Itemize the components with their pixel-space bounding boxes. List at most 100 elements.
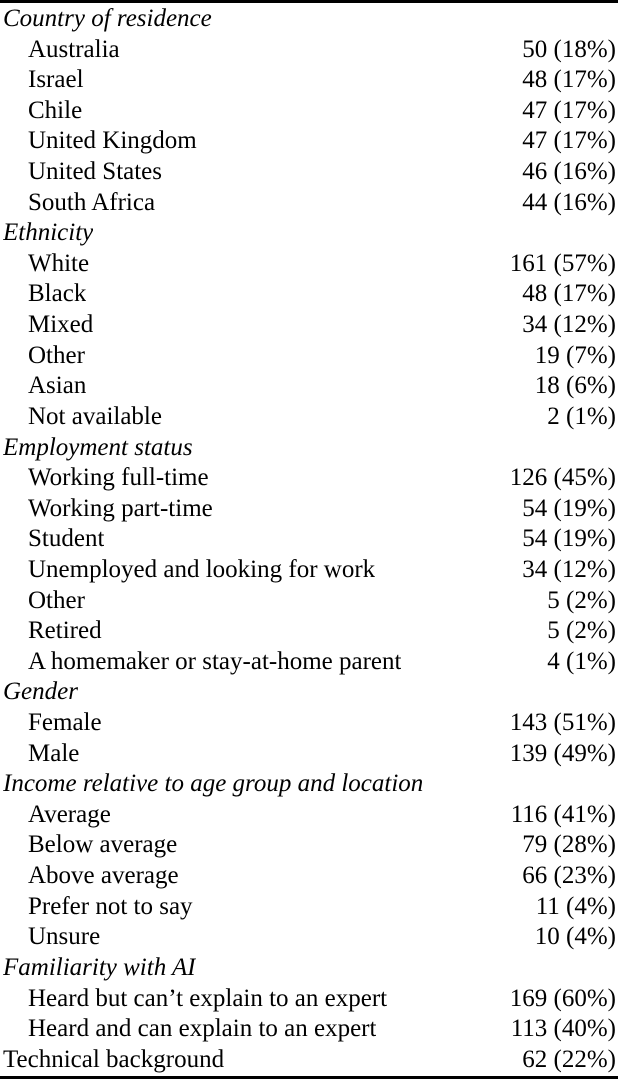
table-bottom-rule <box>0 1076 618 1079</box>
section-label: Familiarity with AI <box>3 953 196 981</box>
row-label: Unsure <box>28 923 101 951</box>
table-row: Australia 50 (18%) <box>0 35 618 66</box>
row-value: 46 (16%) <box>522 158 616 186</box>
row-value: 116 (41%) <box>510 800 616 828</box>
row-label: South Africa <box>28 188 156 216</box>
table-row: Unemployed and looking for work 34 (12%) <box>0 555 618 586</box>
row-value: 113 (40%) <box>510 1015 616 1043</box>
row-value: 5 (2%) <box>547 586 616 614</box>
row-label: Technical background <box>3 1045 225 1073</box>
table-row: Prefer not to say 11 (4%) <box>0 892 618 923</box>
demographics-table: Country of residence Australia 50 (18%) Isr… <box>0 0 618 1084</box>
table-row: United States 46 (16%) <box>0 157 618 188</box>
row-label: A homemaker or stay-at-home parent <box>28 647 402 675</box>
row-value: 169 (60%) <box>509 984 616 1012</box>
table-row: Female 143 (51%) <box>0 708 618 739</box>
row-value: 2 (1%) <box>547 402 616 430</box>
table-section-header: Gender <box>0 677 618 708</box>
row-label: Below average <box>28 831 178 859</box>
row-label: Israel <box>28 66 84 94</box>
row-label: Heard and can explain to an expert <box>28 1015 377 1043</box>
table-section-header: Employment status <box>0 433 618 464</box>
row-value: 126 (45%) <box>509 464 616 492</box>
row-value: 48 (17%) <box>522 280 616 308</box>
table-row: Above average 66 (23%) <box>0 861 618 892</box>
row-value: 54 (19%) <box>522 494 616 522</box>
row-value: 161 (57%) <box>509 249 616 277</box>
table-row: Asian 18 (6%) <box>0 371 618 402</box>
table-row: Unsure 10 (4%) <box>0 922 618 953</box>
section-label: Ethnicity <box>3 219 94 247</box>
row-label: Chile <box>28 96 83 124</box>
table-row: Other 5 (2%) <box>0 586 618 617</box>
row-label: White <box>28 249 90 277</box>
row-value: 18 (6%) <box>534 372 616 400</box>
section-label: Income relative to age group and locatio… <box>3 770 424 798</box>
row-label: Above average <box>28 862 179 890</box>
row-label: Unemployed and looking for work <box>28 555 376 583</box>
row-value: 34 (12%) <box>522 555 616 583</box>
table-section-header: Income relative to age group and locatio… <box>0 769 618 800</box>
table-row: Black 48 (17%) <box>0 279 618 310</box>
row-value: 79 (28%) <box>522 831 616 859</box>
table-top-rule <box>0 0 618 3</box>
row-value: 5 (2%) <box>547 617 616 645</box>
row-label: Other <box>28 341 85 369</box>
table-row: Heard but can’t explain to an expert 169 … <box>0 984 618 1015</box>
row-value: 66 (23%) <box>522 862 616 890</box>
row-label: Working full-time <box>28 464 209 492</box>
row-label: Male <box>28 739 80 767</box>
row-label: Other <box>28 586 85 614</box>
row-value: 47 (17%) <box>522 127 616 155</box>
table-row: Heard and can explain to an expert 113 (4… <box>0 1014 618 1045</box>
row-label: Student <box>28 525 105 553</box>
table-row: Student 54 (19%) <box>0 524 618 555</box>
section-label: Gender <box>3 678 78 706</box>
row-label: United States <box>28 158 163 186</box>
table-section-header: Ethnicity <box>0 218 618 249</box>
row-value: 11 (4%) <box>535 892 616 920</box>
row-value: 19 (7%) <box>534 341 616 369</box>
row-label: Average <box>28 800 111 828</box>
row-label: Heard but can’t explain to an expert <box>28 984 388 1012</box>
row-label: Retired <box>28 617 102 645</box>
row-value: 54 (19%) <box>522 525 616 553</box>
row-value: 62 (22%) <box>522 1045 616 1073</box>
row-value: 4 (1%) <box>547 647 616 675</box>
table-row: Not available 2 (1%) <box>0 402 618 433</box>
row-label: Female <box>28 709 102 737</box>
row-label: United Kingdom <box>28 127 197 155</box>
table-row: Below average 79 (28%) <box>0 830 618 861</box>
table-row: South Africa 44 (16%) <box>0 188 618 219</box>
row-label: Prefer not to say <box>28 892 193 920</box>
section-label: Employment status <box>3 433 193 461</box>
row-label: Australia <box>28 35 120 63</box>
table-row: Israel 48 (17%) <box>0 65 618 96</box>
row-label: Black <box>28 280 87 308</box>
row-value: 50 (18%) <box>522 35 616 63</box>
row-value: 47 (17%) <box>522 96 616 124</box>
table-row: Mixed 34 (12%) <box>0 310 618 341</box>
table-body: Country of residence Australia 50 (18%) Isr… <box>0 4 618 1075</box>
table-row: Working full-time 126 (45%) <box>0 463 618 494</box>
table-row: Retired 5 (2%) <box>0 616 618 647</box>
row-label: Working part-time <box>28 494 213 522</box>
table-row: Average 116 (41%) <box>0 800 618 831</box>
row-label: Not available <box>28 402 162 430</box>
table-row: Other 19 (7%) <box>0 341 618 372</box>
row-value: 143 (51%) <box>509 709 616 737</box>
row-label: Mixed <box>28 311 94 339</box>
row-label: Asian <box>28 372 87 400</box>
section-label: Country of residence <box>3 5 212 32</box>
row-value: 44 (16%) <box>522 188 616 216</box>
table-section-header: Country of residence <box>0 4 618 35</box>
row-value: 10 (4%) <box>534 923 616 951</box>
table-row: Male 139 (49%) <box>0 739 618 770</box>
table-row: Technical background 62 (22%) <box>0 1045 618 1076</box>
table-row: A homemaker or stay-at-home parent 4 (1%) <box>0 647 618 678</box>
table-section-header: Familiarity with AI <box>0 953 618 984</box>
row-value: 139 (49%) <box>509 739 616 767</box>
row-value: 34 (12%) <box>522 311 616 339</box>
table-row: Chile 47 (17%) <box>0 96 618 127</box>
table-row: Working part-time 54 (19%) <box>0 494 618 525</box>
